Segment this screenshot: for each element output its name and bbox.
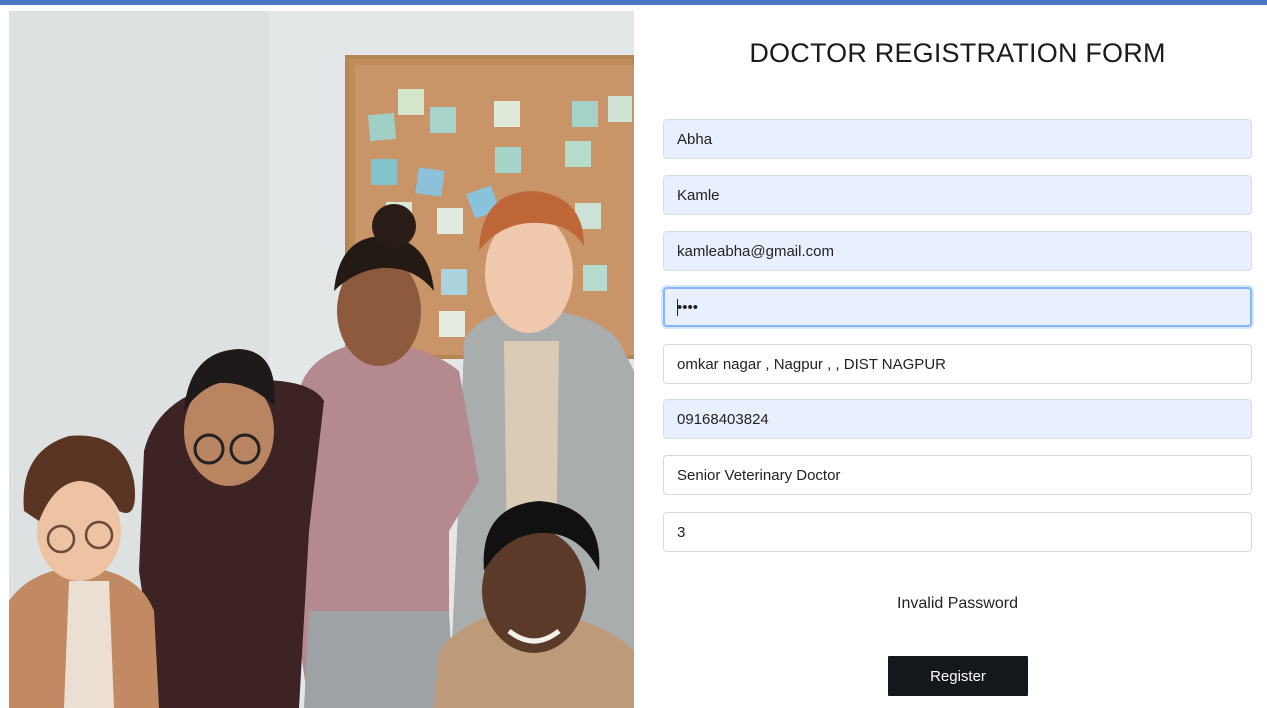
form-title: DOCTOR REGISTRATION FORM	[749, 38, 1166, 68]
hero-photo	[9, 11, 634, 708]
experience-field[interactable]	[663, 512, 1252, 552]
text-caret	[677, 299, 678, 316]
first-name-field[interactable]	[663, 119, 1252, 159]
error-message: Invalid Password	[897, 595, 1018, 612]
group-of-colleagues-illustration	[9, 11, 634, 708]
register-button[interactable]: Register	[888, 656, 1028, 696]
phone-field[interactable]	[663, 399, 1252, 439]
last-name-field[interactable]	[663, 175, 1252, 215]
email-field[interactable]	[663, 231, 1252, 271]
address-field[interactable]	[663, 344, 1252, 384]
top-accent-bar	[0, 0, 1267, 5]
password-field[interactable]	[663, 287, 1252, 327]
designation-field[interactable]	[663, 455, 1252, 495]
